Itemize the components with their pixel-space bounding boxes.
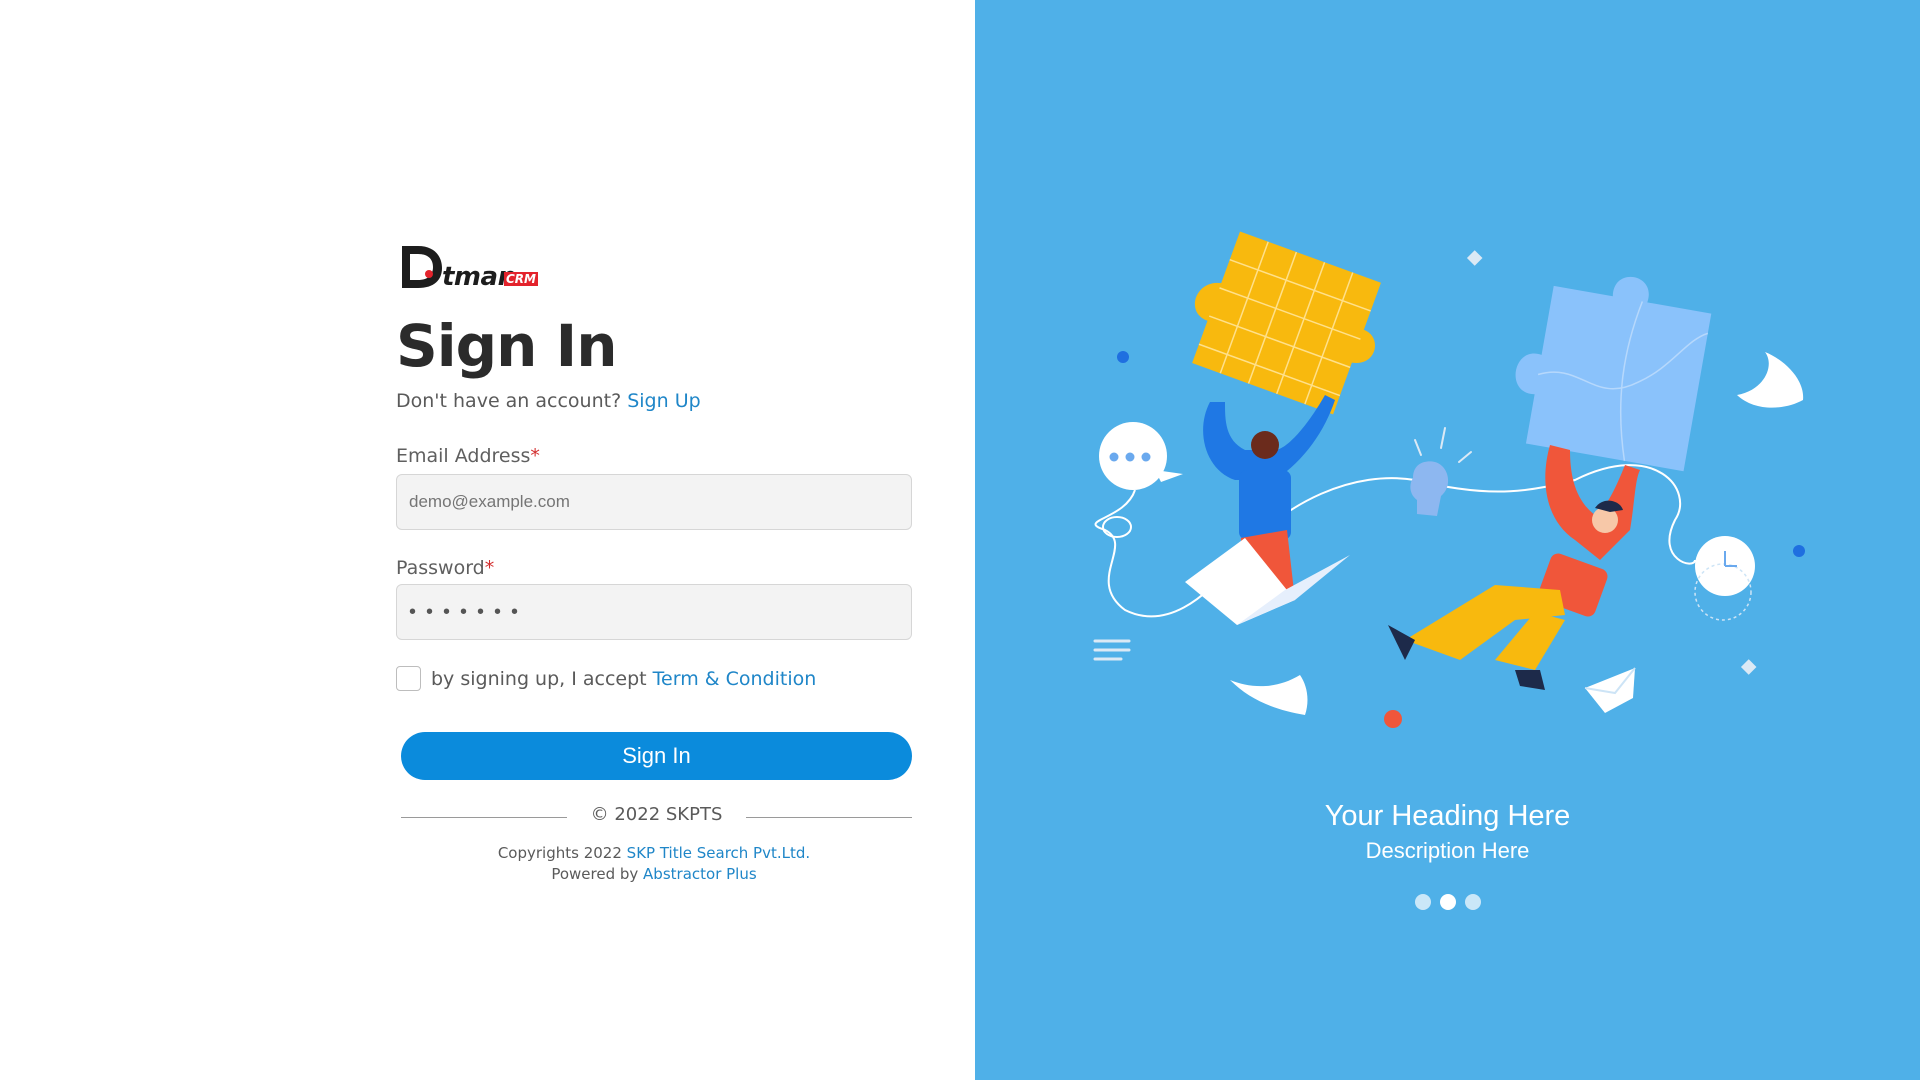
signin-button[interactable]: Sign In (401, 732, 912, 780)
password-label: Password* (396, 557, 494, 579)
terms-row: by signing up, I accept Term & Condition (396, 666, 816, 691)
hero-description: Description Here (1365, 838, 1530, 863)
powered-prefix: Powered by (551, 865, 639, 883)
footer-copyright: Copyrights 2022 SKP Title Search Pvt.Ltd… (396, 844, 912, 862)
carousel-dot-active[interactable] (1439, 894, 1456, 910)
divider-copyright: © 2022 SKPTS (590, 804, 723, 825)
logo-crm-badge: CRM (504, 272, 538, 286)
brand-logo: tman CRM (396, 240, 546, 292)
divider-line-right (746, 817, 912, 818)
hero-heading: Your Heading Here (1324, 800, 1571, 832)
copyright-prefix: Copyrights 2022 (497, 844, 622, 862)
company-link[interactable]: SKP Title Search Pvt.Ltd. (627, 844, 811, 862)
required-marker: * (484, 557, 495, 579)
signup-prompt: Don't have an account? Sign Up (396, 390, 701, 412)
email-label-text: Email Address (396, 445, 531, 467)
password-mask: ••••••• (409, 600, 529, 623)
teamwork-illustration (1093, 231, 1805, 728)
hero-panel: Your Heading Here Description Here (975, 0, 1920, 1080)
signup-link[interactable]: Sign Up (627, 390, 700, 412)
no-account-text: Don't have an account? (396, 390, 622, 412)
terms-text: by signing up, I accept (431, 667, 647, 690)
footer-powered: Powered by Abstractor Plus (396, 865, 912, 883)
page-title: Sign In (396, 312, 618, 380)
password-input[interactable]: ••••••• (396, 584, 912, 640)
email-label: Email Address* (396, 445, 540, 467)
login-panel: tman CRM Sign In Don't have an account? … (0, 0, 975, 1080)
carousel-dot[interactable] (1414, 894, 1431, 910)
powered-link[interactable]: Abstractor Plus (643, 865, 757, 883)
carousel-dot[interactable] (1464, 894, 1481, 910)
required-marker: * (530, 445, 540, 467)
carousel-indicators (975, 894, 1920, 910)
divider: © 2022 SKPTS (401, 804, 912, 830)
terms-checkbox[interactable] (396, 666, 421, 691)
password-label-text: Password (396, 557, 485, 579)
terms-label: by signing up, I accept Term & Condition (431, 668, 816, 690)
terms-link[interactable]: Term & Condition (653, 668, 817, 690)
email-input[interactable] (396, 474, 912, 530)
